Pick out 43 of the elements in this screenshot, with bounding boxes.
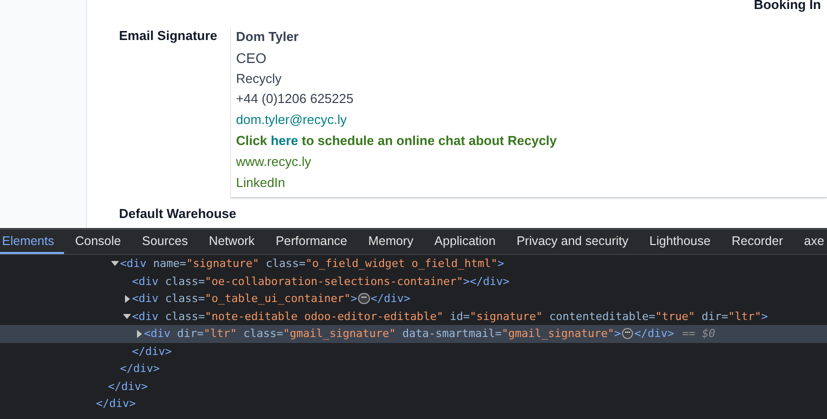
field-label: Email Signature	[119, 27, 218, 45]
devtools-tab[interactable]: Privacy and security	[506, 230, 638, 254]
collapsed-ellipsis-icon[interactable]: ⋯	[358, 293, 370, 304]
closing-tag: </div>	[108, 380, 148, 393]
console-reference: == $0	[682, 327, 716, 340]
devtools-tab[interactable]: Memory	[357, 230, 424, 254]
closing-tag: </div>	[634, 327, 674, 340]
dom-node-tag[interactable]: <div class="note-editable odoo-editor-editable" id="signature" contenteditable="true" dir="ltr">	[132, 310, 768, 323]
closing-tag: </div>	[120, 362, 160, 376]
dom-node-tag[interactable]: <div name="signature" class="o_field_widget o_field_html">	[120, 257, 504, 270]
devtools-tab[interactable]: Network	[198, 230, 265, 254]
devtools-tab[interactable]: Application	[423, 230, 506, 254]
devtools-tab[interactable]: Recorder	[720, 230, 794, 254]
closing-tag: </div>	[96, 397, 136, 410]
dom-node-tag[interactable]: <div class="o_table_ui_container">	[132, 292, 358, 306]
signature-title: CEO	[236, 48, 266, 68]
website-link[interactable]: LinkedIn	[236, 172, 286, 194]
here-link[interactable]: here	[270, 132, 298, 148]
selected-dom-row[interactable]: <div dir="ltr" class="gmail_signature" data-smartmail="gmail_signature"> ⋯ </div> == $0	[0, 325, 827, 342]
devtools-tab[interactable]: Console	[64, 230, 131, 254]
closing-tag: </div>	[132, 344, 172, 358]
website-link[interactable]: www.recyc.ly	[236, 152, 312, 173]
collapsed-ellipsis-icon[interactable]: ⋯	[622, 328, 634, 340]
field-label: Default Warehouse	[119, 205, 236, 222]
signature-text: +44 (0)1206 625225	[236, 90, 354, 108]
schedule-chat-text: Click here to schedule an online chat about Recycly	[236, 132, 557, 150]
dom-node-tag[interactable]: <div dir="ltr" class="gmail_signature" data-smartmail="gmail_signature">	[144, 327, 621, 340]
email-link[interactable]: dom.tyler@recyc.ly	[236, 110, 347, 131]
caret-right-icon[interactable]	[136, 330, 142, 338]
signature-editor[interactable]: Dom Tyler CEO Recycly +44 (0)1206 625225 dom.tyler@recyc.ly Click here to schedule an online chat about Recycly www.recyc.ly LinkedIn	[231, 27, 827, 198]
caret-down-icon[interactable]	[111, 261, 119, 266]
closing-tag: </div>	[370, 292, 410, 306]
devtools-tab[interactable]: Lighthouse	[638, 230, 721, 254]
devtools-tab[interactable]: axe	[793, 230, 827, 254]
caret-right-icon[interactable]	[124, 294, 130, 303]
signature-text: Recycly	[236, 70, 282, 88]
closing-tag: </div>	[470, 274, 510, 288]
caret-down-icon[interactable]	[123, 314, 131, 319]
devtools-tab[interactable]: Elements	[0, 230, 64, 254]
devtools-tab[interactable]: Sources	[130, 230, 198, 254]
dom-node-tag[interactable]: <div class="oe-collaboration-selections-container">	[132, 274, 470, 288]
devtools-tab[interactable]: Performance	[264, 230, 358, 254]
signature-name: Dom Tyler	[236, 28, 299, 46]
